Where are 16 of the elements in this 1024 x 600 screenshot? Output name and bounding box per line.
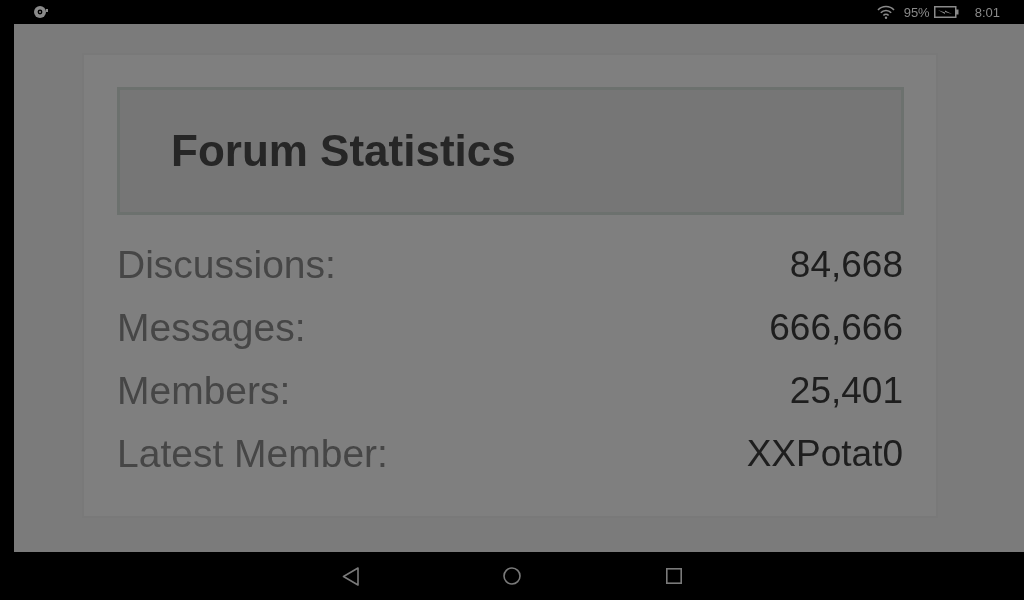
stat-label: Messages: (117, 305, 306, 350)
stat-value: 84,668 (789, 243, 903, 286)
card-title: Forum Statistics (171, 126, 516, 176)
wifi-icon (876, 5, 895, 19)
disc-icon (33, 5, 48, 19)
stat-label: Members: (117, 368, 291, 413)
clock-time: 8:01 (974, 4, 1000, 20)
stat-value: XXPotat0 (746, 432, 903, 475)
battery-percent: 95% (903, 4, 930, 20)
stat-label: Discussions: (117, 242, 336, 287)
stat-value: 666,666 (769, 306, 903, 349)
stat-value: 25,401 (789, 369, 903, 412)
recents-icon (666, 568, 682, 584)
home-icon (503, 567, 521, 585)
stat-label: Latest Member: (117, 431, 388, 476)
back-icon (341, 566, 359, 586)
